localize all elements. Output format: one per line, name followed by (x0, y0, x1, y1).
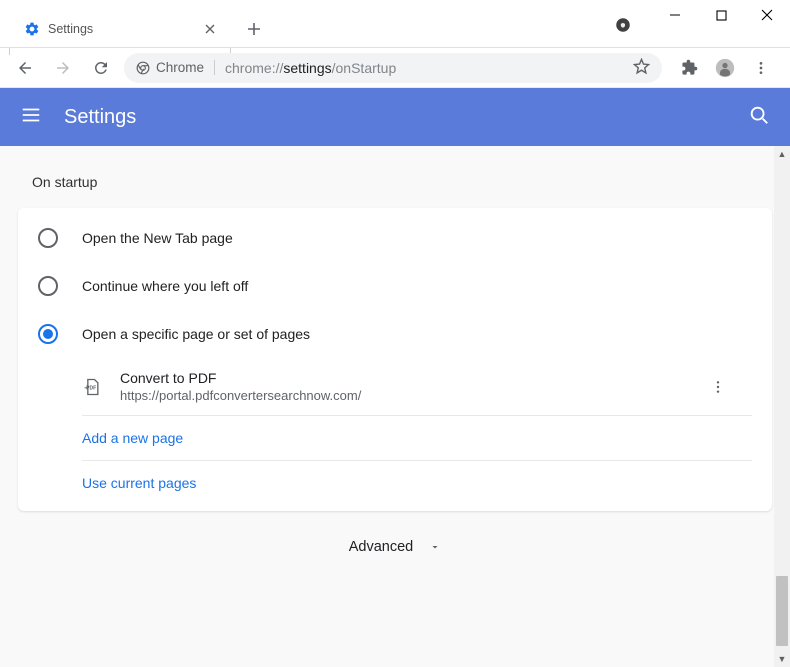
scroll-thumb[interactable] (776, 576, 788, 646)
chrome-label: Chrome (156, 60, 204, 75)
use-current-pages-link[interactable]: Use current pages (82, 461, 752, 505)
startup-page-row: PDF Convert to PDF https://portal.pdfcon… (82, 358, 752, 416)
add-new-page-link[interactable]: Add a new page (82, 416, 752, 461)
window-titlebar: Settings (0, 0, 790, 48)
section-title: On startup (32, 174, 772, 190)
option-label: Continue where you left off (82, 278, 248, 294)
address-bar: Chrome chrome://settings/onStartup (0, 48, 790, 88)
window-controls (652, 0, 790, 36)
advanced-toggle[interactable]: Advanced (0, 511, 790, 583)
site-info[interactable]: Chrome (136, 60, 215, 75)
new-tab-button[interactable] (240, 15, 268, 43)
back-button[interactable] (10, 53, 40, 83)
option-new-tab[interactable]: Open the New Tab page (18, 214, 772, 262)
reload-button[interactable] (86, 53, 116, 83)
radio-icon[interactable] (38, 276, 58, 296)
startup-page-url: https://portal.pdfconvertersearchnow.com… (120, 388, 704, 403)
kebab-menu-icon[interactable] (748, 55, 774, 81)
bookmark-star-icon[interactable] (633, 58, 650, 78)
advanced-label: Advanced (349, 539, 414, 555)
search-icon[interactable] (748, 104, 770, 131)
page-title: Settings (64, 106, 748, 129)
close-window-button[interactable] (744, 0, 790, 30)
scroll-down-icon[interactable]: ▼ (774, 651, 790, 667)
radio-icon[interactable] (38, 228, 58, 248)
svg-text:PDF: PDF (86, 385, 96, 391)
pdf-icon: PDF (82, 377, 102, 397)
minimize-button[interactable] (652, 0, 698, 30)
extensions-icon[interactable] (676, 55, 702, 81)
settings-header: Settings (0, 88, 790, 146)
tab-title: Settings (48, 22, 202, 36)
more-actions-icon[interactable] (704, 373, 732, 401)
menu-icon[interactable] (20, 104, 42, 131)
profile-icon[interactable] (712, 55, 738, 81)
option-continue[interactable]: Continue where you left off (18, 262, 772, 310)
chevron-down-icon (429, 541, 441, 553)
forward-button[interactable] (48, 53, 78, 83)
url-input[interactable]: Chrome chrome://settings/onStartup (124, 53, 662, 83)
option-label: Open a specific page or set of pages (82, 326, 310, 342)
maximize-button[interactable] (698, 0, 744, 30)
startup-card: Open the New Tab page Continue where you… (18, 208, 772, 511)
url-host: settings (283, 60, 331, 76)
url-path: /onStartup (332, 60, 397, 76)
toolbar-actions (670, 55, 780, 81)
shield-icon[interactable] (614, 16, 632, 34)
option-label: Open the New Tab page (82, 230, 233, 246)
startup-page-title: Convert to PDF (120, 370, 704, 386)
browser-tab[interactable]: Settings (10, 11, 230, 47)
radio-icon[interactable] (38, 324, 58, 344)
option-specific-pages[interactable]: Open a specific page or set of pages (18, 310, 772, 358)
content-area: pcrisk.com On startup Open the New Tab p… (0, 146, 790, 667)
close-tab-icon[interactable] (202, 21, 218, 37)
url-scheme: chrome:// (225, 60, 283, 76)
chrome-icon (136, 61, 150, 75)
gear-icon (24, 21, 40, 37)
